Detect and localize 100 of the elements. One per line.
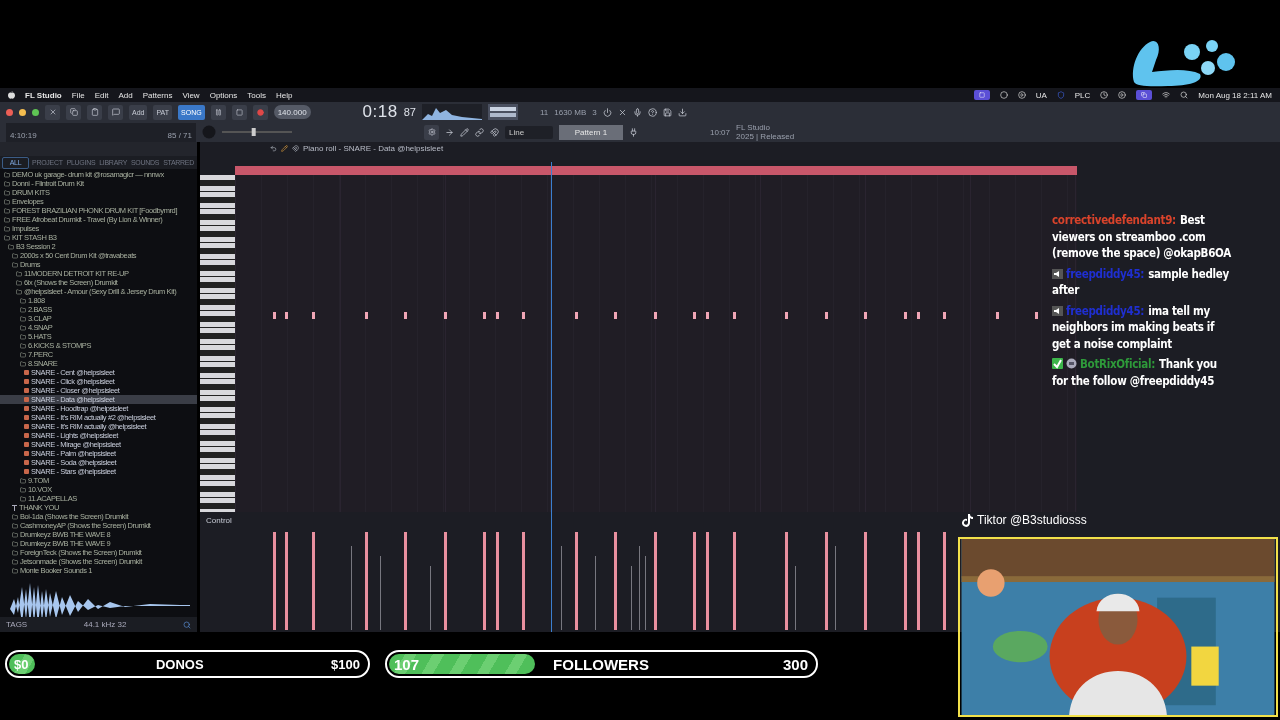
tags-label: TAGS <box>6 620 28 629</box>
song-time: 0:18 <box>362 102 398 122</box>
menu-item[interactable]: Help <box>275 90 293 100</box>
folder-icon <box>4 171 10 178</box>
music-note-icon <box>962 513 973 527</box>
window-minimize-dot[interactable] <box>19 108 26 116</box>
record-button[interactable] <box>252 104 268 120</box>
slider-thumb[interactable] <box>251 128 256 136</box>
pattern-selector[interactable]: Pattern 1 <box>559 124 623 140</box>
clock-icon[interactable] <box>1100 91 1109 99</box>
wifi-icon[interactable] <box>1162 91 1171 99</box>
paste-button[interactable] <box>87 104 102 120</box>
folder-icon <box>12 513 18 520</box>
plug-icon[interactable] <box>629 127 638 137</box>
magnet-icon[interactable] <box>292 145 299 152</box>
polyphony-reading: 3 <box>592 107 597 117</box>
menu-item[interactable]: Edit <box>94 90 109 100</box>
snap-select[interactable]: Line <box>505 125 553 139</box>
menu-item[interactable]: Tools <box>247 90 266 100</box>
window-close-dot[interactable] <box>6 108 13 116</box>
folder-icon <box>12 531 18 538</box>
magnet-icon[interactable] <box>490 127 499 137</box>
close-button[interactable] <box>45 104 60 120</box>
chat-button[interactable] <box>108 104 123 120</box>
gear-icon <box>427 128 436 136</box>
play-circle-icon[interactable] <box>1017 91 1026 99</box>
pitch-slider[interactable] <box>222 127 292 137</box>
folder-icon <box>20 486 26 493</box>
search-icon[interactable] <box>1180 91 1189 99</box>
folder-icon <box>20 297 26 304</box>
close-icon[interactable] <box>617 107 627 117</box>
tempo-display[interactable]: 140.000 <box>273 105 311 119</box>
menu-item[interactable]: File <box>71 90 85 100</box>
folder-icon <box>20 306 26 313</box>
window-zoom-dot[interactable] <box>32 108 39 116</box>
power-icon[interactable] <box>602 107 612 117</box>
chat-message: freepdiddy45: ima tell my neighbors im making beats if get a noise complaint <box>1052 302 1216 352</box>
folder-icon <box>12 567 18 574</box>
piano-roll-title: Piano roll - SNARE - Data @helpsisleet <box>303 144 444 153</box>
app-menu[interactable]: FL Studio <box>25 90 62 100</box>
tiktok-handle: Tiktor @B3studiosss <box>977 513 1087 527</box>
menu-item[interactable]: Options <box>209 90 238 100</box>
piano-keyboard[interactable] <box>200 175 235 512</box>
folder-icon <box>12 558 18 565</box>
search-icon[interactable] <box>183 620 191 629</box>
waveform-monitor-drawing <box>421 104 482 120</box>
microphone-icon[interactable] <box>632 107 642 117</box>
undo-icon[interactable] <box>270 145 277 152</box>
stop-icon <box>235 108 243 116</box>
pencil-icon[interactable] <box>460 127 469 137</box>
clipboard-icon <box>90 108 99 116</box>
status-text[interactable]: UA <box>1035 90 1047 100</box>
hint-panel: 4:10:19 85 / 71 <box>6 122 196 142</box>
control-label: Control <box>206 515 232 525</box>
menu-item[interactable]: Patterns <box>142 90 173 100</box>
folder-icon <box>12 549 18 556</box>
pin-icon <box>12 504 17 511</box>
folder-icon <box>20 495 26 502</box>
memory-reading: 1630 MB <box>554 107 587 117</box>
goal-current: 107 <box>394 655 420 673</box>
link-icon[interactable] <box>475 127 484 137</box>
copy-icon <box>1141 92 1148 98</box>
folder-icon <box>20 333 26 340</box>
keyboard-button[interactable] <box>424 124 439 140</box>
meter-drawing <box>487 104 518 120</box>
folder-icon <box>4 189 10 196</box>
robot-icon <box>1066 358 1077 369</box>
close-icon <box>48 108 57 116</box>
apple-logo-icon[interactable] <box>8 91 15 99</box>
arrow-icon[interactable] <box>445 127 454 137</box>
goal-label: DONOS <box>155 656 204 672</box>
play-circle-icon[interactable] <box>1118 91 1127 99</box>
menu-clock[interactable]: Mon Aug 18 2:11 AM <box>1198 90 1272 100</box>
menu-item[interactable]: Add <box>118 90 133 100</box>
goal-label: FOLLOWERS <box>553 655 649 673</box>
folder-icon <box>20 342 26 349</box>
help-icon[interactable] <box>647 107 657 117</box>
song-time-centiseconds: 87 <box>403 106 416 118</box>
stop-button[interactable] <box>231 104 247 120</box>
copy-icon <box>69 108 78 116</box>
save-icon[interactable] <box>662 107 672 117</box>
copy-button[interactable] <box>66 104 81 120</box>
version-release: 2025 | Released <box>736 132 795 141</box>
folder-icon <box>4 198 10 205</box>
download-icon[interactable] <box>677 107 687 117</box>
folder-icon <box>16 279 22 286</box>
pause-button[interactable] <box>210 104 226 120</box>
pencil-icon[interactable] <box>281 145 288 152</box>
folder-icon <box>4 234 10 241</box>
folder-icon <box>4 225 10 232</box>
status-text[interactable]: PLC <box>1074 90 1091 100</box>
folder-icon <box>12 261 18 268</box>
folder-icon <box>16 270 22 277</box>
folder-icon <box>20 315 26 322</box>
muted-speaker-icon <box>1052 268 1063 279</box>
folder-icon <box>20 360 26 367</box>
folder-icon <box>12 252 18 259</box>
circle-icon[interactable] <box>999 91 1008 99</box>
menu-item[interactable]: View <box>182 90 200 100</box>
muted-speaker-icon <box>1052 305 1063 316</box>
